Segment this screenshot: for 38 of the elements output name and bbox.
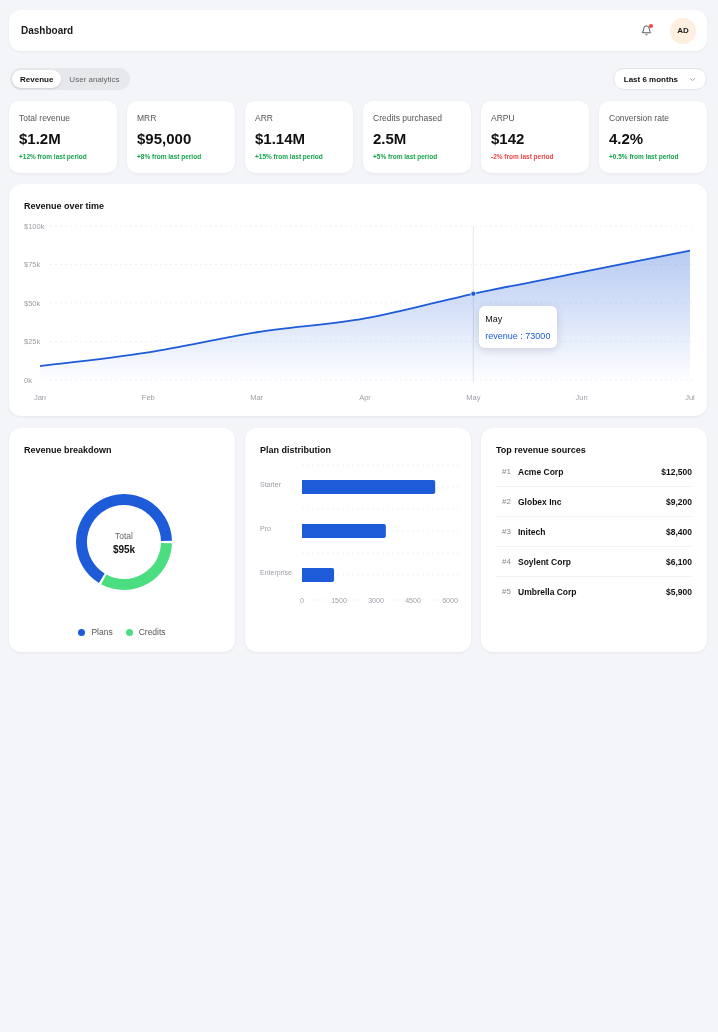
rank-label: #1 [502,467,512,476]
kpi-value: 2.5M [373,129,407,149]
source-amount: $12,500 [661,466,692,477]
card-title: Top revenue sources [496,444,587,457]
source-name: Initech [518,526,546,537]
rank-label: #4 [502,557,512,566]
card-title: Revenue breakdown [24,444,113,457]
rank-label: #2 [502,497,512,506]
source-amount: $5,900 [666,586,692,597]
card-title: Revenue over time [24,200,106,213]
kpi-label: MRR [137,113,157,123]
source-name: Acme Corp [518,466,564,477]
legend-label: Credits [138,627,166,637]
tooltip-value: revenue : 73000 [485,330,551,341]
tooltip-title: May [485,313,504,324]
source-amount: $6,100 [666,556,692,567]
legend-label: Plans [91,627,113,637]
source-amount: $8,400 [666,526,692,537]
kpi-label: Total revenue [19,113,71,123]
kpi-label: ARPU [491,113,515,123]
donut-center-value: $95k [112,544,136,555]
donut-center-label: Total [115,531,133,541]
kpi-value: $1.2M [19,129,61,149]
kpi-value: $95,000 [137,129,192,149]
kpi-label: Credits purchased [373,113,442,123]
card-title: Plan distribution [260,444,332,457]
page-title: Dashboard [21,25,74,36]
kpi-value: $142 [491,129,525,149]
kpi-label: ARR [255,113,273,123]
source-name: Soylent Corp [518,556,571,567]
source-name: Globex Inc [518,496,562,507]
kpi-label: Conversion rate [609,113,669,123]
rank-label: #3 [502,527,512,536]
kpi-value: $1.14M [255,129,306,149]
source-amount: $9,200 [666,496,692,507]
kpi-value: 4.2% [609,129,644,149]
rank-label: #5 [502,587,512,596]
source-name: Umbrella Corp [518,586,577,597]
